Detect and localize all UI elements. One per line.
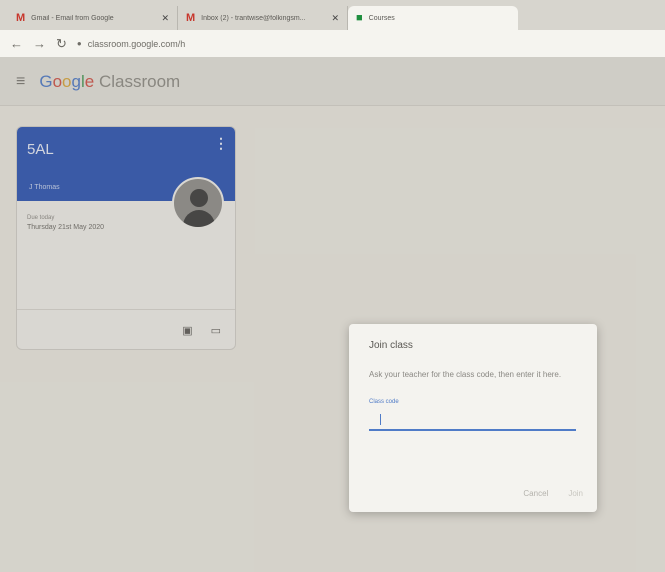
lock-icon: ● bbox=[76, 39, 82, 48]
tab-title: Gmail - Email from Google bbox=[31, 14, 114, 22]
cancel-button[interactable]: Cancel bbox=[523, 489, 548, 498]
address-bar: ← → ↻ ● classroom.google.com/h bbox=[0, 30, 665, 58]
dialog-title: Join class bbox=[369, 340, 413, 351]
tab-title: Inbox (2) - trantwise@folkingsm... bbox=[201, 14, 306, 22]
dialog-description: Ask your teacher for the class code, the… bbox=[369, 370, 562, 379]
browser-tab-strip: M Gmail - Email from Google ✕ M Inbox (2… bbox=[0, 0, 665, 30]
class-code-input[interactable] bbox=[369, 405, 576, 431]
url-text: classroom.google.com/h bbox=[87, 38, 186, 49]
join-class-dialog: Join class Ask your teacher for the clas… bbox=[349, 324, 597, 512]
tab-inbox[interactable]: M Inbox (2) - trantwise@folkingsm... ✕ bbox=[178, 6, 348, 30]
tab-courses[interactable]: ■ Courses bbox=[348, 6, 518, 30]
text-caret bbox=[380, 414, 381, 425]
gmail-icon: M bbox=[186, 12, 196, 24]
classroom-icon: ■ bbox=[356, 12, 363, 24]
gmail-icon: M bbox=[16, 12, 26, 24]
forward-icon[interactable]: → bbox=[33, 36, 46, 51]
tab-title: Courses bbox=[368, 14, 395, 22]
close-icon[interactable]: ✕ bbox=[161, 13, 169, 24]
dialog-actions: Cancel Join bbox=[523, 489, 583, 498]
tab-gmail[interactable]: M Gmail - Email from Google ✕ bbox=[8, 6, 178, 30]
join-button[interactable]: Join bbox=[568, 489, 583, 498]
reload-icon[interactable]: ↻ bbox=[56, 36, 67, 52]
back-icon[interactable]: ← bbox=[10, 36, 23, 51]
omnibox[interactable]: ● classroom.google.com/h bbox=[77, 39, 185, 49]
class-code-field[interactable]: Class code bbox=[369, 399, 577, 439]
close-icon[interactable]: ✕ bbox=[331, 13, 339, 24]
